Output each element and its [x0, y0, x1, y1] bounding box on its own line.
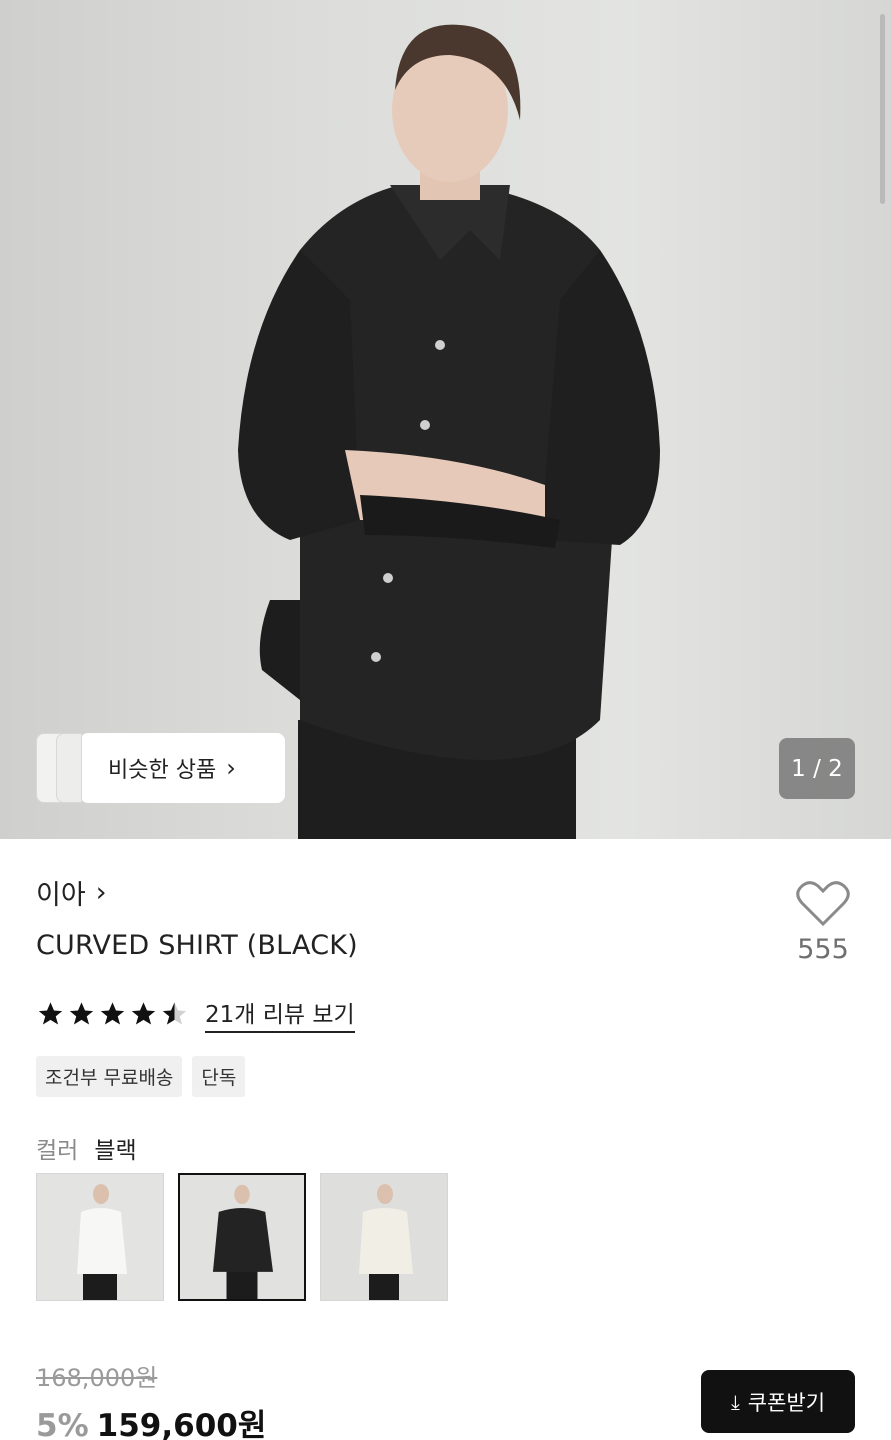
- original-price: 168,000원: [36, 1364, 158, 1392]
- tag-conditional-free-shipping: 조건부 무료배송: [36, 1056, 183, 1097]
- color-swatches: [36, 1173, 462, 1301]
- swatch-ivory[interactable]: [320, 1173, 448, 1301]
- star-icon: [38, 1002, 63, 1025]
- product-image[interactable]: 비슷한 상품 › 1 / 2: [0, 0, 891, 839]
- similar-products-button[interactable]: 비슷한 상품 ›: [80, 733, 285, 803]
- like-button[interactable]: 555: [790, 880, 856, 965]
- star-rating: [36, 1000, 191, 1028]
- image-counter: 1 / 2: [779, 738, 855, 799]
- review-link[interactable]: 21개 리뷰 보기: [205, 995, 355, 1033]
- swatch-white[interactable]: [36, 1173, 164, 1301]
- brand-link[interactable]: 이아 ›: [36, 873, 107, 912]
- similar-thumbnails: [36, 733, 82, 803]
- product-title: CURVED SHIRT (BLACK): [36, 930, 358, 961]
- swatch-black[interactable]: [178, 1173, 306, 1301]
- tag-list: 조건부 무료배송 단독: [36, 1056, 255, 1097]
- similar-products[interactable]: 비슷한 상품 ›: [36, 733, 285, 803]
- scrollbar[interactable]: [880, 14, 885, 204]
- brand-name: 이아: [36, 880, 86, 911]
- half-star-icon: [162, 1002, 187, 1025]
- download-icon: ⤓: [730, 1389, 740, 1414]
- color-value: 블랙: [94, 1138, 137, 1164]
- similar-products-label: 비슷한 상품: [108, 758, 217, 783]
- coupon-label: 쿠폰받기: [747, 1390, 826, 1415]
- chevron-right-icon: ›: [95, 877, 107, 908]
- price-row: 5% 159,600원: [36, 1400, 266, 1440]
- color-label: 컬러: [36, 1138, 79, 1164]
- chevron-right-icon: ›: [226, 754, 236, 782]
- heart-icon: [796, 881, 850, 927]
- discount-rate: 5%: [36, 1408, 89, 1440]
- sale-price: 159,600원: [96, 1408, 267, 1440]
- star-icon: [100, 1002, 125, 1025]
- star-icon: [131, 1002, 156, 1025]
- rating-row: 21개 리뷰 보기: [36, 995, 355, 1033]
- tag-exclusive: 단독: [192, 1056, 246, 1097]
- star-icon: [69, 1002, 94, 1025]
- like-count: 555: [797, 934, 849, 965]
- coupon-button[interactable]: ⤓ 쿠폰받기: [701, 1370, 855, 1433]
- color-row: 컬러 블랙: [36, 1131, 137, 1165]
- model-photo: [238, 24, 660, 839]
